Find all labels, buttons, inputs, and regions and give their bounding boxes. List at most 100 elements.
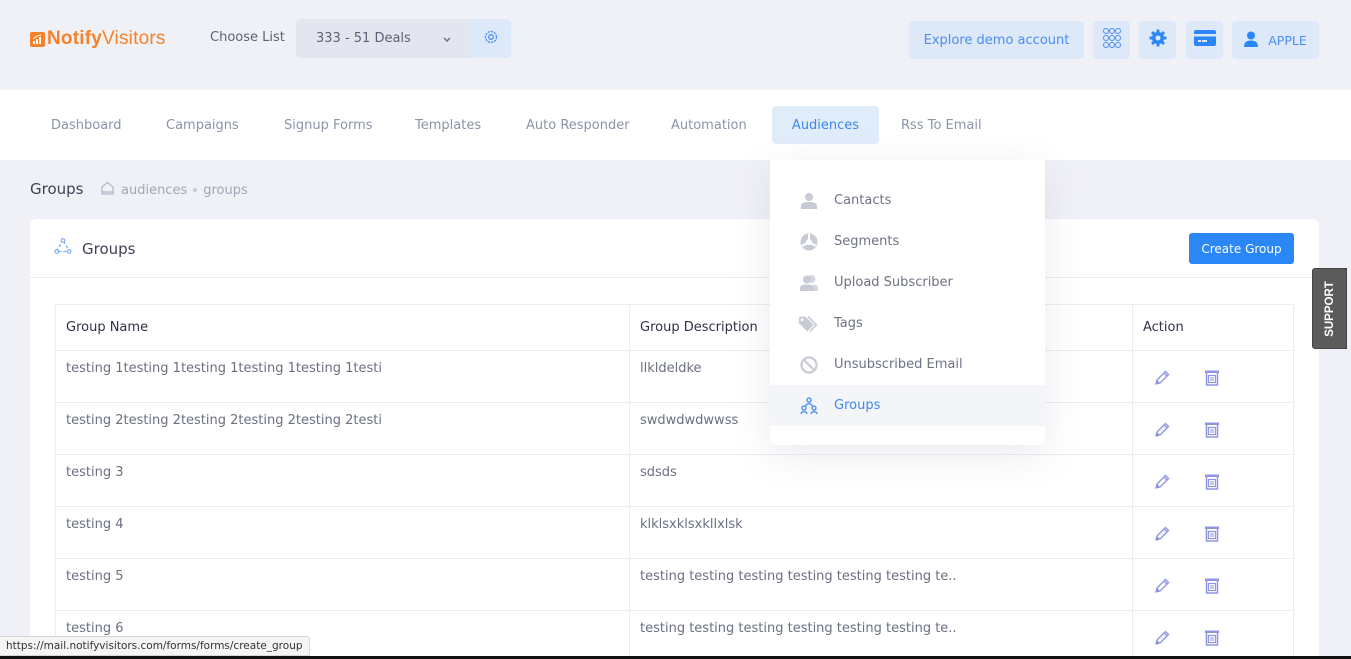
cell-group-name: testing 2testing 2testing 2testing 2test…	[55, 402, 630, 455]
user-menu-button[interactable]: APPLE	[1232, 21, 1319, 59]
menu-item-segments[interactable]: Segments	[770, 221, 1045, 262]
card-title: Groups	[54, 238, 135, 260]
choose-list-label: Choose List	[210, 30, 285, 45]
delete-trash-icon[interactable]	[1201, 523, 1223, 545]
table-header-row: Group Name Group Description Action	[55, 304, 1294, 351]
users-icon	[798, 272, 820, 294]
edit-pencil-icon[interactable]	[1151, 419, 1173, 441]
edit-pencil-icon[interactable]	[1151, 367, 1173, 389]
tags-icon	[798, 313, 820, 335]
nav-rss-to-email[interactable]: Rss To Email	[883, 106, 1000, 144]
apps-grid-icon	[1102, 27, 1122, 53]
edit-pencil-icon[interactable]	[1151, 575, 1173, 597]
cell-group-name: testing 1testing 1testing 1testing 1test…	[55, 350, 630, 403]
menu-item-unsubscribed-email[interactable]: Unsubscribed Email	[770, 344, 1045, 385]
menu-item-groups[interactable]: Groups	[770, 385, 1045, 426]
breadcrumb: audiences groups	[100, 181, 248, 199]
table-row: testing 5 testing testing testing testing…	[55, 558, 1294, 611]
audiences-dropdown-menu: Cantacts Segments Upload Subscriber Tags…	[770, 160, 1045, 445]
nav-automation[interactable]: Automation	[653, 106, 765, 144]
delete-trash-icon[interactable]	[1201, 471, 1223, 493]
groups-table: Group Name Group Description Action test…	[55, 304, 1294, 659]
nav-templates[interactable]: Templates	[397, 106, 499, 144]
nav-dashboard[interactable]: Dashboard	[33, 106, 140, 144]
cell-actions	[1132, 506, 1294, 559]
menu-item-label: Tags	[834, 316, 863, 331]
credit-card-icon	[1193, 30, 1216, 50]
gear-icon	[1149, 29, 1167, 51]
create-group-button[interactable]: Create Group	[1189, 233, 1294, 264]
breadcrumb-audiences[interactable]: audiences	[121, 183, 187, 198]
cell-group-name: testing 3	[55, 454, 630, 507]
cell-actions	[1132, 454, 1294, 507]
groups-card: Groups Create Group Group Name Group Des…	[30, 219, 1319, 659]
menu-item-label: Segments	[834, 234, 900, 249]
table-row: testing 2testing 2testing 2testing 2test…	[55, 402, 1294, 455]
status-bar-url: https://mail.notifyvisitors.com/forms/fo…	[0, 636, 310, 656]
user-name: APPLE	[1268, 32, 1307, 48]
menu-item-tags[interactable]: Tags	[770, 303, 1045, 344]
breadcrumb-groups: groups	[203, 182, 248, 198]
edit-pencil-icon[interactable]	[1151, 523, 1173, 545]
table-row: testing 3 sdsds	[55, 454, 1294, 507]
menu-item-label: Unsubscribed Email	[834, 357, 963, 372]
nav-auto-responder[interactable]: Auto Responder	[508, 106, 648, 144]
delete-trash-icon[interactable]	[1201, 367, 1223, 389]
billing-button[interactable]	[1186, 21, 1223, 59]
gear-outline-icon	[483, 29, 499, 49]
cell-group-description: testing testing testing testing testing …	[629, 558, 1133, 611]
cell-group-description: sdsds	[629, 454, 1133, 507]
nav-audiences[interactable]: Audiences	[772, 106, 879, 144]
delete-trash-icon[interactable]	[1201, 627, 1223, 649]
segments-icon	[798, 231, 820, 253]
explore-demo-button[interactable]: Explore demo account	[909, 21, 1084, 59]
groups-icon	[798, 395, 820, 417]
menu-item-contacts[interactable]: Cantacts	[770, 180, 1045, 221]
cell-actions	[1132, 402, 1294, 455]
column-header-action: Action	[1132, 304, 1294, 351]
cell-group-description: klklsxklsxkllxlsk	[629, 506, 1133, 559]
menu-item-label: Upload Subscriber	[834, 275, 953, 290]
cell-actions	[1132, 610, 1294, 659]
list-settings-button[interactable]	[470, 19, 511, 58]
edit-pencil-icon[interactable]	[1151, 627, 1173, 649]
cell-actions	[1132, 558, 1294, 611]
card-header: Groups Create Group	[30, 219, 1319, 278]
menu-item-label: Cantacts	[834, 193, 892, 208]
logo-text-light: Visitors	[102, 28, 166, 49]
cell-group-name: testing 5	[55, 558, 630, 611]
delete-trash-icon[interactable]	[1201, 419, 1223, 441]
logo[interactable]: Notify Visitors	[30, 28, 166, 50]
breadcrumb-separator	[193, 188, 198, 192]
support-tab[interactable]: SUPPORT	[1312, 268, 1347, 349]
user-icon	[1244, 31, 1259, 50]
menu-item-upload-subscriber[interactable]: Upload Subscriber	[770, 262, 1045, 303]
top-header: Notify Visitors Choose List 333 - 51 Deal…	[0, 0, 1351, 90]
settings-button[interactable]	[1139, 21, 1176, 59]
card-title-text: Groups	[82, 240, 136, 258]
list-select-value: 333 - 51 Deals	[316, 31, 411, 46]
main-nav: Dashboard Campaigns Signup Forms Templat…	[0, 90, 1351, 160]
edit-pencil-icon[interactable]	[1151, 471, 1173, 493]
chevron-down-icon	[442, 33, 452, 48]
list-select[interactable]: 333 - 51 Deals	[296, 19, 470, 58]
logo-chart-icon	[30, 31, 45, 47]
logo-text-bold: Notify	[47, 28, 103, 49]
user-icon	[798, 190, 820, 212]
cell-actions	[1132, 350, 1294, 403]
ban-icon	[798, 354, 820, 376]
groups-outline-icon	[54, 238, 72, 260]
cell-group-name: testing 4	[55, 506, 630, 559]
apps-button[interactable]	[1093, 21, 1130, 59]
delete-trash-icon[interactable]	[1201, 575, 1223, 597]
column-header-group-name[interactable]: Group Name	[55, 304, 630, 351]
nav-campaigns[interactable]: Campaigns	[148, 106, 257, 144]
cell-group-description: testing testing testing testing testing …	[629, 610, 1133, 659]
support-label: SUPPORT	[1323, 280, 1336, 337]
table-row: testing 1testing 1testing 1testing 1test…	[55, 350, 1294, 403]
table-row: testing 4 klklsxklsxkllxlsk	[55, 506, 1294, 559]
menu-item-label: Groups	[834, 398, 881, 413]
page-title: Groups	[30, 180, 84, 198]
nav-signup-forms[interactable]: Signup Forms	[266, 106, 391, 144]
home-icon[interactable]	[100, 181, 115, 199]
